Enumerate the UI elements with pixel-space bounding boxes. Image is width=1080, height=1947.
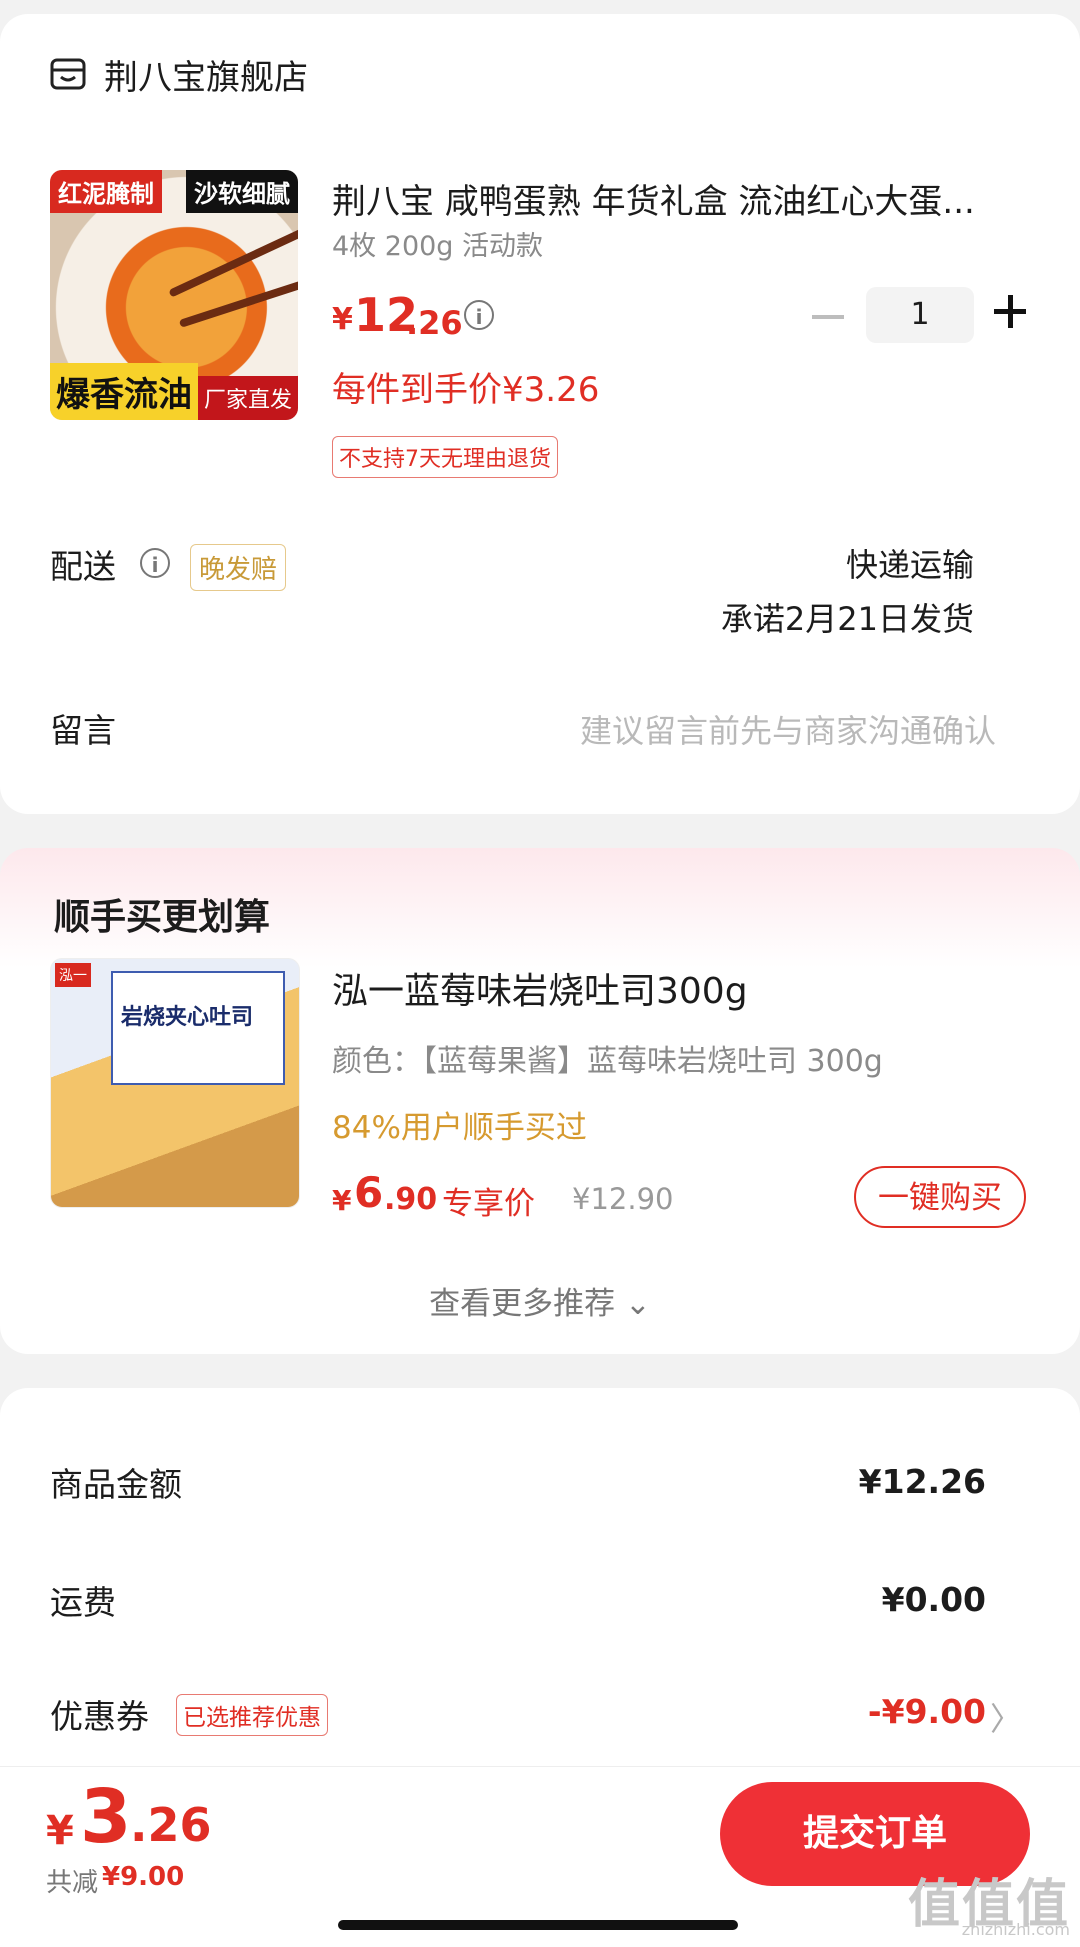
- coupon-label[interactable]: 优惠券: [50, 1690, 149, 1738]
- store-icon: [50, 56, 86, 92]
- info-icon[interactable]: i: [140, 548, 170, 578]
- total-decimal: .26: [130, 1798, 212, 1852]
- shipping-fee-value: ¥0.00: [881, 1580, 986, 1619]
- package-text: 岩烧夹心吐司: [121, 1005, 254, 1030]
- brand-logo: 泓一: [55, 963, 91, 987]
- saved-label: 共减: [46, 1868, 99, 1898]
- one-click-buy-button[interactable]: 一键购买: [854, 1166, 1026, 1228]
- shipping-fee-label: 运费: [50, 1583, 116, 1622]
- message-label: 留言: [50, 711, 116, 750]
- delivery-label: 配送: [50, 547, 116, 586]
- exclusive-price-label: 专享价: [442, 1186, 535, 1222]
- price-decimal: .90: [384, 1182, 438, 1217]
- product-image[interactable]: 红泥腌制 沙软细腻 爆香流油 厂家直发: [50, 170, 298, 420]
- original-price: ¥12.90: [572, 1182, 674, 1216]
- saved-value: ¥9.00: [102, 1862, 185, 1892]
- image-tag: 红泥腌制: [50, 170, 162, 213]
- quantity-input[interactable]: 1: [866, 287, 974, 343]
- home-indicator[interactable]: [338, 1920, 738, 1930]
- shipping-promise: 承诺2月21日发货: [720, 600, 974, 638]
- recommendation-heading: 顺手买更划算: [54, 897, 271, 938]
- late-compensation-badge: 晚发赔: [190, 544, 287, 591]
- price-symbol: ¥: [332, 302, 353, 337]
- watermark-url: zhizhizhi.com: [961, 1920, 1070, 1939]
- product-spec: 4枚 200g 活动款: [332, 231, 544, 262]
- recommendation-image[interactable]: 泓一 岩烧夹心吐司: [50, 958, 300, 1208]
- return-policy-badge: 不支持7天无理由退货: [332, 436, 558, 478]
- image-tag: 厂家直发: [197, 376, 298, 420]
- store-name[interactable]: 荆八宝旗舰店: [104, 50, 308, 99]
- quantity-decrease-button[interactable]: [812, 315, 844, 319]
- product-title[interactable]: 荆八宝 咸鸭蛋熟 年货礼盒 流油红心大蛋...: [332, 174, 1022, 223]
- coupon-value[interactable]: -¥9.00: [868, 1692, 986, 1731]
- total-symbol: ¥: [46, 1808, 74, 1854]
- goods-amount-value: ¥12.26: [858, 1462, 986, 1501]
- unit-price: 每件到手价¥3.26: [332, 370, 600, 410]
- social-proof: 84%用户顺手买过: [332, 1110, 587, 1146]
- price-decimal: .26: [406, 304, 463, 342]
- see-more-link[interactable]: 查看更多推荐 ⌄: [0, 1278, 1080, 1323]
- price-symbol: ¥: [332, 1184, 352, 1217]
- image-tag: 沙软细腻: [186, 170, 298, 213]
- quantity-increase-button[interactable]: [994, 294, 1030, 330]
- shipping-method: 快递运输: [845, 546, 974, 584]
- recommendation-title[interactable]: 泓一蓝莓味岩烧吐司300g: [332, 962, 748, 1014]
- chevron-right-icon[interactable]: 〉: [990, 1694, 1022, 1740]
- coupon-badge: 已选推荐优惠: [176, 1694, 328, 1736]
- price-integer: 6: [354, 1168, 384, 1217]
- goods-amount-label: 商品金额: [50, 1465, 182, 1504]
- recommendation-spec: 颜色：【蓝莓果酱】蓝莓味岩烧吐司 300g: [332, 1044, 883, 1079]
- chopstick-graphic: [168, 222, 298, 298]
- message-input[interactable]: 建议留言前先与商家沟通确认: [580, 706, 996, 752]
- total-integer: 3: [80, 1774, 132, 1860]
- info-icon[interactable]: i: [464, 300, 494, 330]
- image-tag: 爆香流油: [50, 363, 198, 420]
